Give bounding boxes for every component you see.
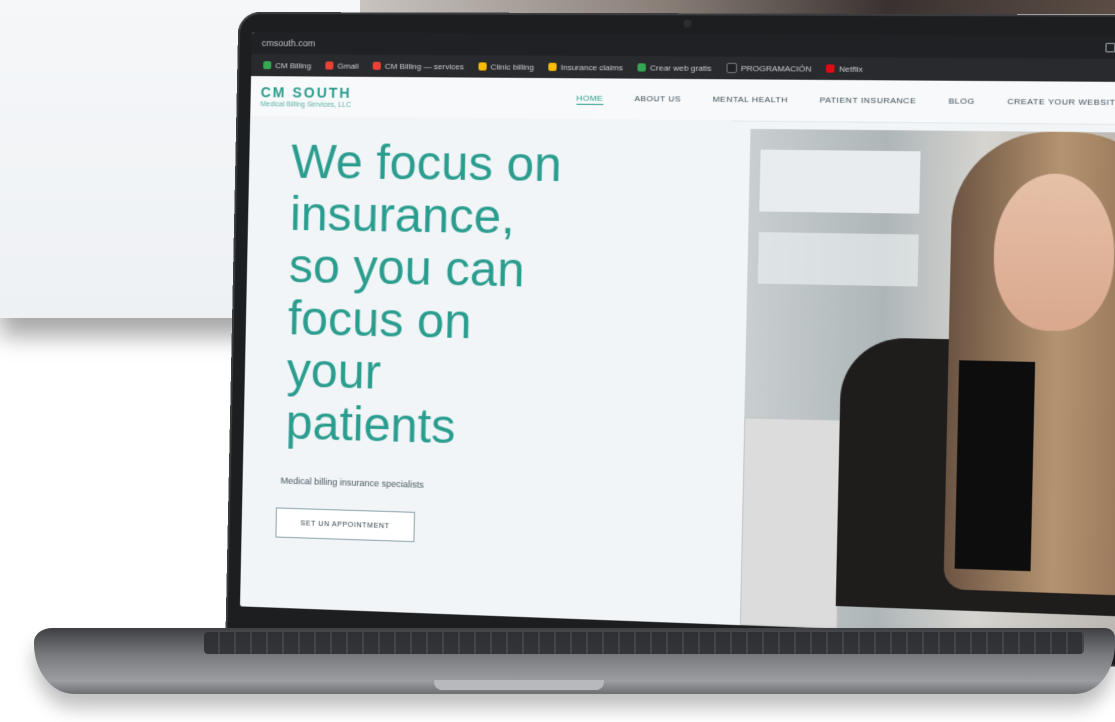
bookmark-item[interactable]: CM Billing xyxy=(263,61,311,70)
photo-laptop xyxy=(740,417,842,629)
set-appointment-button[interactable]: SET UN APPOINTMENT xyxy=(275,507,415,542)
bookmark-icon xyxy=(373,62,381,70)
minimize-icon[interactable] xyxy=(1105,42,1115,52)
headline-line: We focus on xyxy=(291,136,563,193)
laptop-screen: cmsouth.com CM Billing Gmail CM Billing … xyxy=(240,32,1115,640)
nav-item-about-us[interactable]: ABOUT US xyxy=(634,93,681,105)
headline-line: focus on xyxy=(287,292,472,349)
bookmark-icon xyxy=(637,63,646,71)
nav-item-mental-health[interactable]: MENTAL HEALTH xyxy=(712,94,787,106)
headline-line: so you can xyxy=(288,240,525,298)
hero-text-panel: We focus on insurance, so you can focus … xyxy=(240,116,732,624)
logo-title: CM SOUTH xyxy=(261,84,352,101)
photo-face xyxy=(992,173,1115,332)
hero-photo-woman xyxy=(740,129,1115,640)
nav-item-create-your-website[interactable]: CREATE YOUR WEBSITE xyxy=(1007,96,1115,108)
laptop-lid: cmsouth.com CM Billing Gmail CM Billing … xyxy=(226,12,1115,668)
bookmark-item[interactable]: CM Billing — services xyxy=(373,61,464,71)
hero-section: We focus on insurance, so you can focus … xyxy=(240,116,1115,640)
headline-line: insurance, xyxy=(290,188,516,245)
photo-shirt xyxy=(955,360,1035,571)
nav-item-blog[interactable]: BLOG xyxy=(948,96,974,108)
laptop-lid-notch xyxy=(434,680,604,690)
webcam-icon xyxy=(683,19,692,27)
logo-subtitle: Medical Billing Services, LLC xyxy=(260,101,351,109)
bookmark-item[interactable]: Netflix xyxy=(826,64,863,74)
headline-line: your xyxy=(286,344,381,400)
bookmark-icon xyxy=(478,62,486,70)
nav-item-home[interactable]: HOME xyxy=(576,93,603,104)
photo-window xyxy=(759,150,920,214)
laptop-keyboard xyxy=(204,632,1084,654)
main-nav: HOME ABOUT US MENTAL HEALTH PATIENT INSU… xyxy=(576,93,1115,109)
hero-tagline: Medical billing insurance specialists xyxy=(280,475,423,489)
bookmark-item[interactable]: Insurance claims xyxy=(548,62,623,72)
window-controls xyxy=(1105,42,1115,52)
photo-window xyxy=(758,232,919,286)
bookmark-item[interactable]: PROGRAMACIÓN xyxy=(726,63,812,74)
laptop-base xyxy=(34,628,1115,694)
bookmark-item[interactable]: Clinic billing xyxy=(478,62,534,71)
bookmark-icon xyxy=(726,63,737,73)
bookmark-icon xyxy=(548,63,556,71)
bookmark-icon xyxy=(263,61,271,69)
headline-line: patients xyxy=(285,396,456,454)
bookmark-item[interactable]: Crear web gratis xyxy=(637,63,711,73)
bookmark-icon xyxy=(325,61,333,69)
nav-item-patient-insurance[interactable]: PATIENT INSURANCE xyxy=(820,95,917,107)
bookmark-item[interactable]: Gmail xyxy=(325,61,358,70)
hero-headline: We focus on insurance, so you can focus … xyxy=(285,137,723,462)
bookmark-icon xyxy=(826,64,835,72)
browser-url[interactable]: cmsouth.com xyxy=(262,38,316,48)
site-logo[interactable]: CM SOUTH Medical Billing Services, LLC xyxy=(260,84,351,109)
